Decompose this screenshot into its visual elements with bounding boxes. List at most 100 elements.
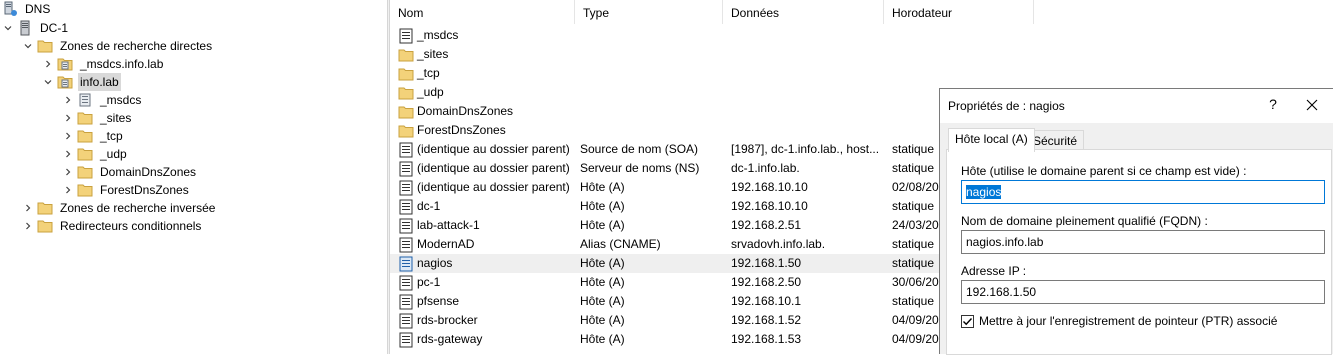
chevron-down-icon[interactable] bbox=[42, 73, 54, 91]
record-timestamp: statique bbox=[892, 256, 935, 270]
folder-icon bbox=[398, 47, 414, 63]
server-icon bbox=[17, 20, 33, 36]
column-header-timestamp[interactable]: Horodateur bbox=[884, 0, 1034, 24]
record-name: pc-1 bbox=[417, 275, 441, 289]
tree-node-reverse-zones[interactable]: Zones de recherche inversée bbox=[22, 199, 217, 217]
record-name: (identique au dossier parent) bbox=[417, 142, 570, 156]
record-name: dc-1 bbox=[417, 199, 441, 213]
record-icon bbox=[398, 237, 414, 253]
record-data: 192.168.10.10 bbox=[731, 180, 808, 194]
tree-node-domaindnszones[interactable]: DomainDnsZones bbox=[62, 163, 198, 181]
chevron-down-icon[interactable] bbox=[22, 37, 34, 55]
dialog-titlebar[interactable]: Propriétés de : nagios ? bbox=[940, 89, 1333, 123]
host-label: Hôte (utilise le domaine parent si ce ch… bbox=[961, 164, 1247, 178]
list-item[interactable]: _tcp bbox=[390, 64, 1333, 83]
tree-node-udp[interactable]: _udp bbox=[62, 145, 129, 163]
chevron-right-icon[interactable] bbox=[62, 109, 74, 127]
tree-node-info-lab[interactable]: info.lab bbox=[42, 73, 121, 91]
host-input[interactable]: nagios bbox=[961, 180, 1325, 204]
folder-icon bbox=[398, 123, 414, 139]
column-header-name[interactable]: Nom bbox=[390, 0, 575, 24]
fqdn-field[interactable]: nagios.info.lab bbox=[961, 230, 1325, 254]
record-type: Hôte (A) bbox=[580, 313, 625, 327]
folder-icon bbox=[398, 104, 414, 120]
delegation-icon bbox=[77, 92, 93, 108]
column-header-data[interactable]: Données bbox=[723, 0, 884, 24]
tree-label: ForestDnsZones bbox=[100, 183, 189, 197]
tab-host-a[interactable]: Hôte local (A) bbox=[948, 128, 1035, 152]
folder-icon bbox=[77, 182, 93, 198]
properties-dialog: Propriétés de : nagios ? Hôte local (A) … bbox=[939, 88, 1333, 355]
record-timestamp: 04/09/202 bbox=[892, 313, 944, 327]
zone-icon bbox=[57, 74, 73, 90]
chevron-right-icon[interactable] bbox=[42, 55, 54, 73]
tree-node-dns[interactable]: DNS bbox=[2, 0, 52, 18]
chevron-right-icon[interactable] bbox=[62, 91, 74, 109]
record-icon bbox=[398, 161, 414, 177]
record-type: Alias (CNAME) bbox=[580, 237, 661, 251]
record-timestamp: 04/09/202 bbox=[892, 332, 944, 346]
ptr-checkbox[interactable] bbox=[961, 314, 974, 328]
tree-node-forward-zones[interactable]: Zones de recherche directes bbox=[22, 37, 214, 55]
dns-manager-icon bbox=[2, 1, 18, 17]
record-name: _tcp bbox=[417, 66, 440, 80]
tree-node-tcp[interactable]: _tcp bbox=[62, 127, 125, 145]
help-button[interactable]: ? bbox=[1265, 96, 1281, 112]
close-button[interactable] bbox=[1300, 93, 1324, 117]
record-type: Source de nom (SOA) bbox=[580, 142, 699, 156]
record-type: Serveur de noms (NS) bbox=[580, 161, 700, 175]
tree-node-server[interactable]: DC-1 bbox=[2, 19, 70, 37]
fqdn-label: Nom de domaine pleinement qualifié (FQDN… bbox=[961, 214, 1208, 228]
chevron-right-icon[interactable] bbox=[62, 127, 74, 145]
record-timestamp: 02/08/202 bbox=[892, 180, 944, 194]
folder-icon bbox=[37, 38, 53, 54]
record-data: 192.168.10.1 bbox=[731, 294, 802, 308]
host-input-value: nagios bbox=[966, 185, 1002, 199]
record-name: rds-brocker bbox=[417, 313, 478, 327]
ip-input[interactable]: 192.168.1.50 bbox=[961, 280, 1325, 304]
chevron-right-icon[interactable] bbox=[22, 217, 34, 235]
chevron-right-icon[interactable] bbox=[62, 163, 74, 181]
record-icon bbox=[398, 256, 414, 272]
tree-label: _msdcs.info.lab bbox=[80, 57, 164, 71]
tree-node-sites[interactable]: _sites bbox=[62, 109, 133, 127]
tree-node-forestdnszones[interactable]: ForestDnsZones bbox=[62, 181, 191, 199]
dialog-title: Propriétés de : nagios bbox=[948, 99, 1065, 113]
record-icon bbox=[398, 332, 414, 348]
chevron-right-icon[interactable] bbox=[62, 181, 74, 199]
record-data: 192.168.1.52 bbox=[731, 313, 802, 327]
zone-icon bbox=[57, 56, 73, 72]
tree-label: DC-1 bbox=[40, 21, 69, 35]
tree-node-conditional-forwarders[interactable]: Redirecteurs conditionnels bbox=[22, 217, 203, 235]
record-timestamp: 30/06/202 bbox=[892, 275, 944, 289]
tab-panel: Hôte (utilise le domaine parent si ce ch… bbox=[946, 149, 1332, 355]
chevron-right-icon[interactable] bbox=[22, 199, 34, 217]
tree-node-msdcs-zone[interactable]: _msdcs.info.lab bbox=[42, 55, 165, 73]
folder-icon bbox=[398, 85, 414, 101]
record-icon bbox=[398, 275, 414, 291]
tree-label: _udp bbox=[100, 147, 127, 161]
ptr-checkbox-row[interactable]: Mettre à jour l'enregistrement de pointe… bbox=[961, 314, 1277, 328]
record-data: 192.168.1.53 bbox=[731, 332, 802, 346]
record-name: (identique au dossier parent) bbox=[417, 180, 570, 194]
chevron-down-icon[interactable] bbox=[2, 19, 14, 37]
list-item[interactable]: _msdcs bbox=[390, 26, 1333, 45]
tree-label: DomainDnsZones bbox=[100, 165, 197, 179]
record-icon bbox=[398, 313, 414, 329]
record-data: 192.168.1.50 bbox=[731, 256, 802, 270]
record-name: ModernAD bbox=[417, 237, 475, 251]
record-data: srvadovh.info.lab. bbox=[731, 237, 826, 251]
record-type: Hôte (A) bbox=[580, 199, 625, 213]
tree-label: Zones de recherche directes bbox=[60, 39, 213, 53]
record-type: Hôte (A) bbox=[580, 180, 625, 194]
record-name: lab-attack-1 bbox=[417, 218, 480, 232]
list-item[interactable]: _sites bbox=[390, 45, 1333, 64]
record-timestamp: statique bbox=[892, 161, 935, 175]
chevron-right-icon[interactable] bbox=[62, 145, 74, 163]
tree-node-msdcs[interactable]: _msdcs bbox=[62, 91, 143, 109]
record-type: Hôte (A) bbox=[580, 218, 625, 232]
record-name: _msdcs bbox=[417, 28, 459, 42]
ptr-label: Mettre à jour l'enregistrement de pointe… bbox=[979, 314, 1278, 328]
column-header-type[interactable]: Type bbox=[575, 0, 723, 24]
record-name: _sites bbox=[417, 47, 449, 61]
